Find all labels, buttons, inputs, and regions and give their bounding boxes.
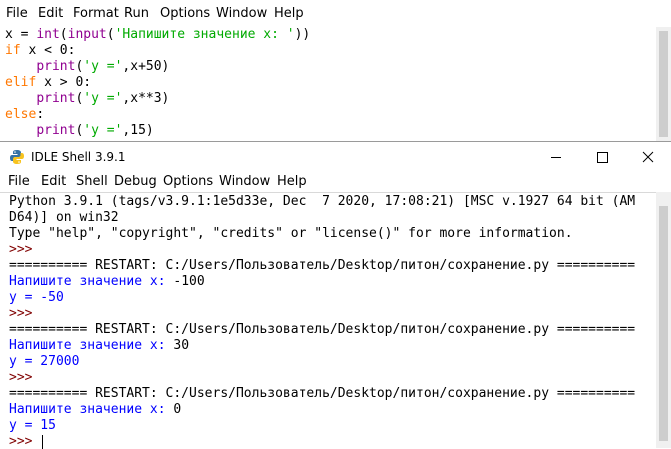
text-cursor	[42, 434, 44, 449]
shell-menubar: File Edit Shell Debug Options Window Hel…	[0, 172, 671, 192]
code-token: else	[5, 107, 37, 122]
shell-line: y = -50	[9, 290, 64, 306]
shell-line: Напишите значение x: 30	[9, 338, 189, 354]
close-icon	[642, 151, 654, 163]
shell-line: Напишите значение x: -100	[9, 274, 205, 290]
shell-titlebar: IDLE Shell 3.9.1	[0, 141, 671, 173]
shell-window-title: IDLE Shell 3.9.1	[31, 150, 126, 164]
shell-line: >>>	[9, 434, 44, 449]
shell-line: >>>	[9, 242, 40, 258]
shell-line: ========== RESTART: C:/Users/Пользовател…	[9, 258, 635, 274]
code-token: >>>	[9, 434, 41, 449]
editor-scrollbar[interactable]	[656, 27, 671, 141]
code-line: print('y =',x+50)	[5, 59, 169, 75]
shell-line: Type "help", "copyright", "credits" or "…	[9, 226, 573, 242]
code-token: print	[36, 91, 76, 106]
code-token: Python 3.9.1 (tags/v3.9.1:1e5d33e, Dec 7…	[9, 194, 636, 209]
shell-scroll-thumb[interactable]	[659, 206, 668, 441]
code-token: y = -50	[9, 290, 64, 305]
close-button[interactable]	[625, 142, 671, 173]
code-line: print('y =',x**3)	[5, 91, 169, 107]
code-token: 'y ='	[83, 59, 123, 74]
code-token: -100	[173, 274, 205, 289]
code-token: y = 27000	[9, 354, 80, 369]
editor-menubar: File Edit Format Run Options Window Help	[0, 0, 671, 27]
editor-menu-edit[interactable]: Edit	[38, 0, 63, 27]
code-token: ))	[294, 27, 311, 42]
code-editor[interactable]: x = int(input('Напишите значение x: ')) i…	[0, 27, 656, 141]
minimize-icon	[551, 157, 561, 158]
shell-line: Напишите значение x: 0	[9, 402, 181, 418]
editor-menu-options[interactable]: Options	[160, 0, 210, 27]
code-token: ,x**3)	[122, 91, 170, 106]
shell-line: >>>	[9, 370, 40, 386]
code-token: >>>	[9, 370, 41, 385]
code-line: elif x > 0:	[5, 75, 91, 91]
code-token: ========== RESTART: C:/Users/Пользовател…	[9, 322, 636, 337]
maximize-icon	[597, 152, 608, 163]
editor-menu-window[interactable]: Window	[216, 0, 267, 27]
code-token: >>>	[9, 306, 41, 321]
code-token: x < 0:	[20, 43, 76, 58]
code-token: Напишите значение x:	[9, 338, 174, 353]
editor-menu-run[interactable]: Run	[124, 0, 149, 27]
code-token: ========== RESTART: C:/Users/Пользовател…	[9, 386, 636, 401]
editor-menu-help[interactable]: Help	[274, 0, 304, 27]
code-token: 'Напишите значение x: '	[114, 27, 295, 42]
code-line: x = int(input('Напишите значение x: '))	[5, 27, 310, 43]
shell-line: ========== RESTART: C:/Users/Пользовател…	[9, 386, 635, 402]
shell-menu-options[interactable]: Options	[163, 172, 213, 192]
shell-line: y = 15	[9, 418, 56, 434]
code-token: x > 0:	[36, 75, 92, 90]
code-token: int	[36, 27, 60, 42]
code-token: :	[36, 107, 45, 122]
code-token: D64)] on win32	[9, 210, 119, 225]
code-token: ========== RESTART: C:/Users/Пользовател…	[9, 258, 636, 273]
code-token: 30	[173, 338, 190, 353]
shell-menu-file[interactable]: File	[8, 172, 30, 192]
shell-menu-shell[interactable]: Shell	[76, 172, 108, 192]
code-token: Напишите значение x:	[9, 402, 174, 417]
code-token: (	[59, 27, 68, 42]
python-logo-icon	[10, 150, 24, 164]
code-token: x =	[5, 27, 37, 42]
shell-line: ========== RESTART: C:/Users/Пользовател…	[9, 322, 635, 338]
code-token: (	[106, 27, 115, 42]
editor-menu-format[interactable]: Format	[73, 0, 119, 27]
shell-menu-help[interactable]: Help	[277, 172, 307, 192]
code-token: input	[67, 27, 107, 42]
code-token: print	[36, 123, 76, 138]
shell-scrollbar[interactable]	[656, 192, 671, 448]
editor-scroll-thumb[interactable]	[659, 31, 668, 137]
minimize-button[interactable]	[533, 142, 579, 173]
code-token: elif	[5, 75, 37, 90]
code-token: Напишите значение x:	[9, 274, 174, 289]
code-token: ,x+50)	[122, 59, 170, 74]
code-token: Type "help", "copyright", "credits" or "…	[9, 226, 573, 241]
code-line: if x < 0:	[5, 43, 75, 59]
shell-line: D64)] on win32	[9, 210, 119, 226]
code-token: >>>	[9, 242, 41, 257]
code-token: ,15)	[122, 123, 154, 138]
shell-menu-edit[interactable]: Edit	[41, 172, 66, 192]
shell-line: y = 27000	[9, 354, 79, 370]
code-line: print('y =',15)	[5, 123, 154, 139]
shell-menu-window[interactable]: Window	[219, 172, 270, 192]
code-token: 'y ='	[83, 123, 123, 138]
shell-output[interactable]: Python 3.9.1 (tags/v3.9.1:1e5d33e, Dec 7…	[0, 192, 656, 449]
maximize-button[interactable]	[579, 142, 625, 173]
code-token: 0	[173, 402, 182, 417]
code-token: y = 15	[9, 418, 56, 433]
code-token: if	[5, 43, 21, 58]
code-line: else:	[5, 107, 44, 123]
code-token: print	[36, 59, 76, 74]
shell-line: >>>	[9, 306, 40, 322]
code-token: 'y ='	[83, 91, 123, 106]
shell-line: Python 3.9.1 (tags/v3.9.1:1e5d33e, Dec 7…	[9, 194, 635, 210]
editor-menu-file[interactable]: File	[6, 0, 28, 27]
shell-menu-debug[interactable]: Debug	[114, 172, 157, 192]
